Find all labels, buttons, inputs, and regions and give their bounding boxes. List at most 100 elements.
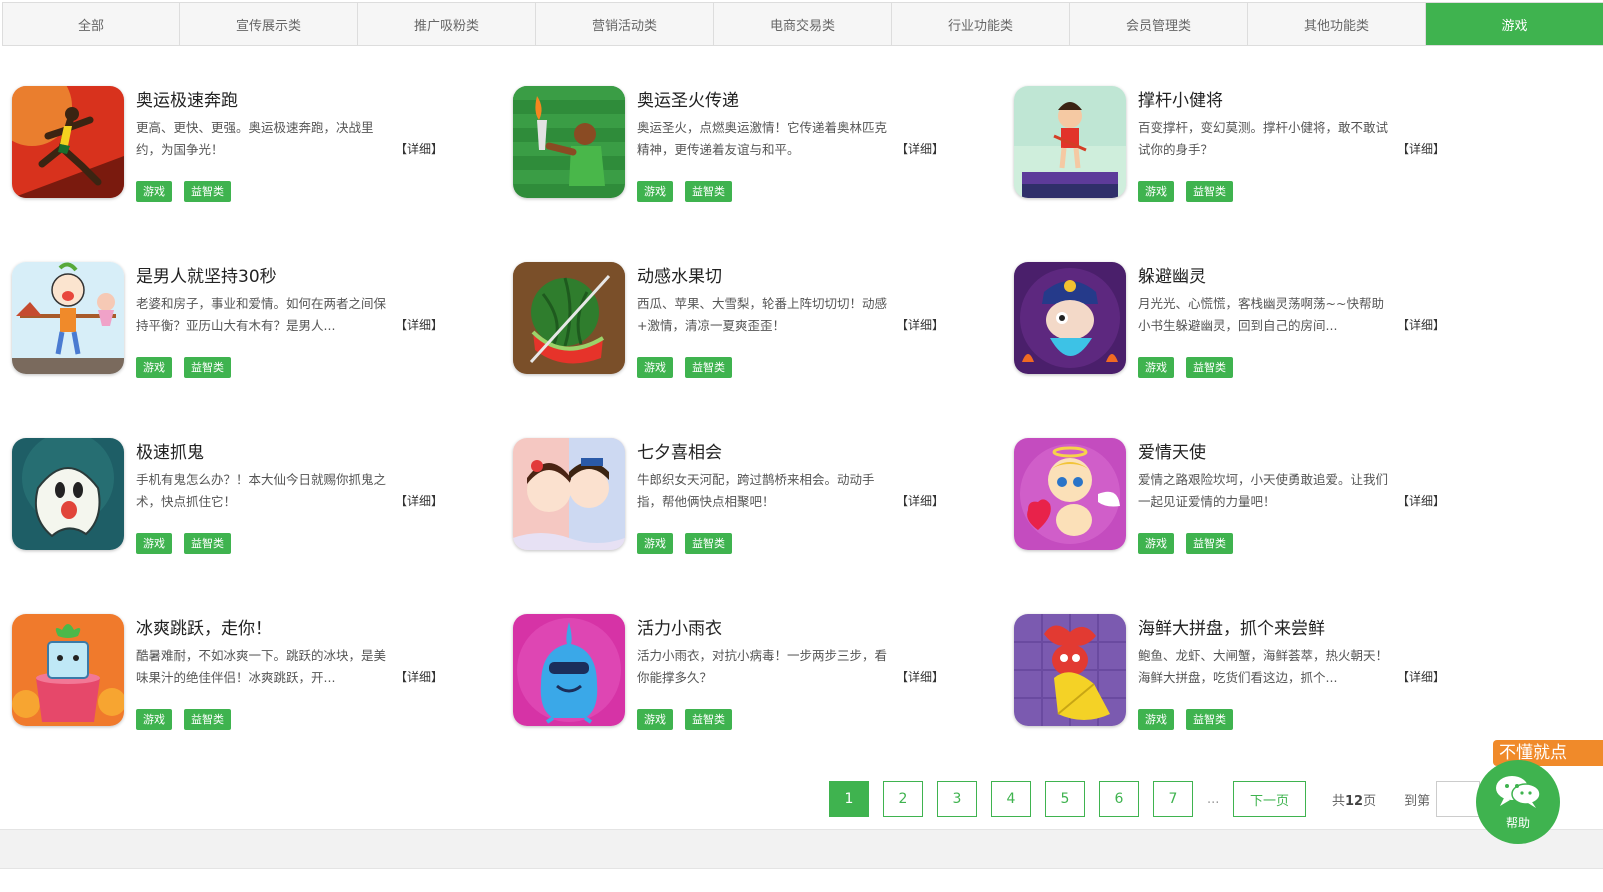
raincoat-icon[interactable] bbox=[513, 614, 625, 726]
page-6-button[interactable]: 6 bbox=[1099, 781, 1139, 817]
game-title[interactable]: 动感水果切 bbox=[637, 262, 722, 287]
tag-puzzle[interactable]: 益智类 bbox=[184, 709, 231, 730]
game-title[interactable]: 撑杆小健将 bbox=[1138, 86, 1223, 111]
detail-link[interactable]: 【详细】 bbox=[896, 140, 944, 157]
tag-puzzle[interactable]: 益智类 bbox=[184, 357, 231, 378]
page-1-button[interactable]: 1 bbox=[829, 781, 869, 817]
tag-puzzle[interactable]: 益智类 bbox=[1186, 357, 1233, 378]
tab-all[interactable]: 全部 bbox=[2, 3, 180, 45]
sprinter-icon[interactable] bbox=[12, 86, 124, 198]
page-7-button[interactable]: 7 bbox=[1153, 781, 1193, 817]
ice-cube-icon[interactable] bbox=[12, 614, 124, 726]
tag-game[interactable]: 游戏 bbox=[136, 533, 172, 554]
game-description: 爱情之路艰险坎坷，小天使勇敢追爱。让我们一起见证爱情的力量吧！ bbox=[1138, 472, 1389, 509]
game-description: 月光光、心慌慌，客栈幽灵荡啊荡~~快帮助小书生躲避幽灵，回到自己的房间... bbox=[1138, 296, 1384, 333]
game-card: 冰爽跳跃，走你！ 酷暑难耐，不如冰爽一下。跳跃的冰块，是美味果汁的绝佳伴侣！冰爽… bbox=[12, 614, 472, 732]
detail-link[interactable]: 【详细】 bbox=[1397, 668, 1445, 685]
game-title[interactable]: 冰爽跳跃，走你！ bbox=[136, 614, 272, 639]
tab-industry[interactable]: 行业功能类 bbox=[892, 3, 1070, 45]
detail-link[interactable]: 【详细】 bbox=[395, 140, 443, 157]
tag-game[interactable]: 游戏 bbox=[637, 181, 673, 202]
detail-link[interactable]: 【详细】 bbox=[1397, 140, 1445, 157]
game-card: 奥运圣火传递 奥运圣火，点燃奥运激情！它传递着奥林匹克精神，更传递着友谊与和平。… bbox=[513, 86, 973, 204]
tag-puzzle[interactable]: 益智类 bbox=[1186, 709, 1233, 730]
game-card: 海鲜大拼盘，抓个来尝鲜 鲍鱼、龙虾、大闸蟹，海鲜荟萃，热火朝天！海鲜大拼盘，吃货… bbox=[1014, 614, 1474, 732]
game-title[interactable]: 奥运圣火传递 bbox=[637, 86, 739, 111]
game-title[interactable]: 七夕喜相会 bbox=[637, 438, 722, 463]
tab-fan-growth[interactable]: 推广吸粉类 bbox=[358, 3, 536, 45]
tag-puzzle[interactable]: 益智类 bbox=[184, 181, 231, 202]
tag-game[interactable]: 游戏 bbox=[136, 357, 172, 378]
game-description: 奥运圣火，点燃奥运激情！它传递着奥林匹克精神，更传递着友谊与和平。 bbox=[637, 120, 888, 157]
pagination: 1 2 3 4 5 6 7 ... 下一页 共12页 到第 bbox=[829, 781, 1481, 817]
tab-games[interactable]: 游戏 bbox=[1426, 3, 1603, 45]
tag-game[interactable]: 游戏 bbox=[136, 181, 172, 202]
tab-ecommerce[interactable]: 电商交易类 bbox=[714, 3, 892, 45]
game-title[interactable]: 海鲜大拼盘，抓个来尝鲜 bbox=[1138, 614, 1325, 639]
jiangshi-ghost-icon[interactable] bbox=[1014, 262, 1126, 374]
footer-band bbox=[0, 829, 1603, 869]
category-tabs: 全部 宣传展示类 推广吸粉类 营销活动类 电商交易类 行业功能类 会员管理类 其… bbox=[2, 2, 1603, 46]
game-title[interactable]: 躲避幽灵 bbox=[1138, 262, 1206, 287]
lobster-icon[interactable] bbox=[1014, 614, 1126, 726]
tab-promo-display[interactable]: 宣传展示类 bbox=[180, 3, 358, 45]
goto-page-input[interactable] bbox=[1436, 781, 1481, 817]
torch-icon[interactable] bbox=[513, 86, 625, 198]
game-title[interactable]: 是男人就坚持30秒 bbox=[136, 262, 277, 287]
help-widget: 不懂就点 帮助 bbox=[1476, 740, 1603, 850]
game-description: 手机有鬼怎么办？！本大仙今日就赐你抓鬼之术，快点抓住它！ bbox=[136, 472, 387, 509]
game-title[interactable]: 活力小雨衣 bbox=[637, 614, 722, 639]
game-description: 百变撑杆，变幻莫测。撑杆小健将，敢不敢试试你的身手？ bbox=[1138, 120, 1389, 157]
game-description: 牛郎织女天河配，跨过鹊桥来相会。动动手指，帮他俩快点相聚吧！ bbox=[637, 472, 875, 509]
game-card: 躲避幽灵 月光光、心慌慌，客栈幽灵荡啊荡~~快帮助小书生躲避幽灵，回到自己的房间… bbox=[1014, 262, 1474, 380]
detail-link[interactable]: 【详细】 bbox=[395, 668, 443, 685]
cupid-icon[interactable] bbox=[1014, 438, 1126, 550]
tag-puzzle[interactable]: 益智类 bbox=[1186, 181, 1233, 202]
page-4-button[interactable]: 4 bbox=[991, 781, 1031, 817]
tab-other[interactable]: 其他功能类 bbox=[1248, 3, 1426, 45]
tag-game[interactable]: 游戏 bbox=[136, 709, 172, 730]
detail-link[interactable]: 【详细】 bbox=[1397, 492, 1445, 509]
tag-puzzle[interactable]: 益智类 bbox=[685, 709, 732, 730]
pole-vault-icon[interactable] bbox=[1014, 86, 1126, 198]
tag-game[interactable]: 游戏 bbox=[1138, 709, 1174, 730]
detail-link[interactable]: 【详细】 bbox=[896, 316, 944, 333]
tag-puzzle[interactable]: 益智类 bbox=[685, 357, 732, 378]
game-description: 鲍鱼、龙虾、大闸蟹，海鲜荟萃，热火朝天！海鲜大拼盘，吃货们看这边，抓个... bbox=[1138, 648, 1389, 685]
detail-link[interactable]: 【详细】 bbox=[395, 492, 443, 509]
balance-man-icon[interactable] bbox=[12, 262, 124, 374]
detail-link[interactable]: 【详细】 bbox=[1397, 316, 1445, 333]
tag-game[interactable]: 游戏 bbox=[1138, 357, 1174, 378]
tag-game[interactable]: 游戏 bbox=[637, 709, 673, 730]
game-card: 撑杆小健将 百变撑杆，变幻莫测。撑杆小健将，敢不敢试试你的身手？ 【详细】 游戏… bbox=[1014, 86, 1474, 204]
white-ghost-icon[interactable] bbox=[12, 438, 124, 550]
game-description: 更高、更快、更强。奥运极速奔跑，决战里约，为国争光！ bbox=[136, 120, 374, 157]
game-title[interactable]: 极速抓鬼 bbox=[136, 438, 204, 463]
tag-puzzle[interactable]: 益智类 bbox=[1186, 533, 1233, 554]
page-3-button[interactable]: 3 bbox=[937, 781, 977, 817]
page-2-button[interactable]: 2 bbox=[883, 781, 923, 817]
game-title[interactable]: 爱情天使 bbox=[1138, 438, 1206, 463]
tag-game[interactable]: 游戏 bbox=[637, 357, 673, 378]
tag-puzzle[interactable]: 益智类 bbox=[685, 181, 732, 202]
tag-puzzle[interactable]: 益智类 bbox=[184, 533, 231, 554]
detail-link[interactable]: 【详细】 bbox=[395, 316, 443, 333]
help-label: 帮助 bbox=[1505, 815, 1530, 830]
detail-link[interactable]: 【详细】 bbox=[896, 492, 944, 509]
tab-marketing[interactable]: 营销活动类 bbox=[536, 3, 714, 45]
next-page-button[interactable]: 下一页 bbox=[1233, 781, 1306, 817]
help-button[interactable]: 帮助 bbox=[1476, 760, 1560, 844]
detail-link[interactable]: 【详细】 bbox=[896, 668, 944, 685]
tab-membership[interactable]: 会员管理类 bbox=[1070, 3, 1248, 45]
goto-label: 到第 bbox=[1404, 793, 1431, 809]
game-title[interactable]: 奥运极速奔跑 bbox=[136, 86, 238, 111]
page-5-button[interactable]: 5 bbox=[1045, 781, 1085, 817]
tag-game[interactable]: 游戏 bbox=[637, 533, 673, 554]
couple-icon[interactable] bbox=[513, 438, 625, 550]
tag-game[interactable]: 游戏 bbox=[1138, 181, 1174, 202]
game-description: 老婆和房子，事业和爱情。如何在两者之间保持平衡？亚历山大有木有？是男人... bbox=[136, 296, 387, 333]
tag-game[interactable]: 游戏 bbox=[1138, 533, 1174, 554]
tag-puzzle[interactable]: 益智类 bbox=[685, 533, 732, 554]
wechat-icon bbox=[1494, 774, 1542, 812]
watermelon-icon[interactable] bbox=[513, 262, 625, 374]
